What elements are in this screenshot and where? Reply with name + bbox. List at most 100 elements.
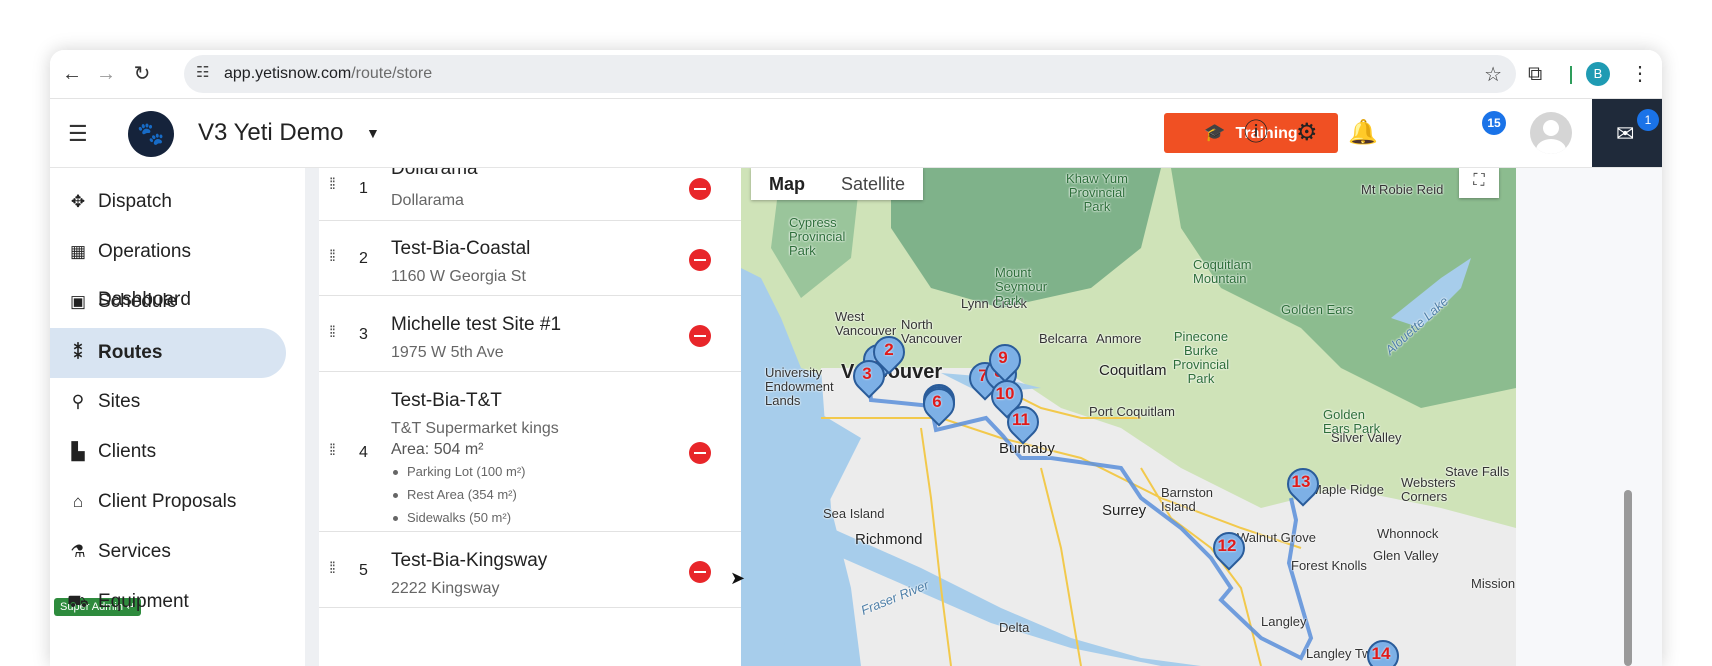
map-label: Khaw Yum Provincial Park (1066, 171, 1128, 214)
sub-area-item: Sidewalks (50 m²) (392, 510, 512, 525)
drag-handle-icon[interactable]: ⁞⁞ (329, 324, 336, 342)
list-item[interactable]: ⁞⁞ 1 Dollarama Dollarama (319, 168, 741, 221)
map-label: Belcarra (1039, 331, 1088, 346)
browser-toolbar: ← → ↻ ☷ app.yetisnow.com/route/store ☆ ⧉… (50, 50, 1662, 99)
app-header: ☰ 🐾 V3 Yeti Demo ▼ 🎓 Training ⓘ ⚙ 🔔 15 ✉ … (50, 99, 1662, 168)
stop-name: Dollarama (391, 168, 478, 179)
proposal-icon: ⌂ (72, 492, 84, 511)
sidebar-item-equipment[interactable]: ⛟ Equipment (50, 578, 286, 626)
pin-number: 6 (932, 392, 942, 411)
fullscreen-icon[interactable]: ⛶ (1459, 168, 1499, 198)
map-label: Langley (1261, 614, 1307, 629)
reload-icon[interactable]: ↻ (130, 62, 154, 86)
sidebar-item-label: Services (98, 541, 171, 562)
pin-number: 3 (862, 364, 872, 383)
remove-stop-button[interactable] (689, 325, 711, 347)
sidebar-item-client-proposals[interactable]: ⌂ Client Proposals (50, 478, 286, 526)
sidebar-item-label: Equipment (98, 591, 189, 612)
drag-handle-icon[interactable]: ⁞⁞ (329, 560, 336, 578)
map-label: Richmond (855, 531, 923, 548)
drag-handle-icon[interactable]: ⁞⁞ (329, 248, 336, 266)
stop-name: Test-Bia-Kingsway (391, 550, 548, 571)
sidebar-item-clients[interactable]: ▙ Clients (50, 428, 286, 476)
map-label: North Vancouver (901, 317, 963, 346)
map-label: Coquitlam Mountain (1193, 257, 1252, 286)
tab-satellite[interactable]: Satellite (823, 168, 923, 200)
route-map[interactable]: MapSatellite ⛶ Vancouver Burnaby Coquitl… (741, 168, 1516, 666)
menu-toggle-icon[interactable]: ☰ (68, 121, 88, 147)
calendar-icon: ▣ (69, 292, 87, 311)
stop-number: 5 (359, 562, 368, 579)
scrollbar-thumb[interactable] (1624, 490, 1632, 666)
map-label: Anmore (1096, 331, 1142, 346)
list-item[interactable]: ⁞⁞ 2 Test-Bia-Coastal 1160 W Georgia St (319, 220, 741, 296)
clients-icon: ▙ (71, 442, 85, 461)
remove-stop-button[interactable] (689, 178, 711, 200)
map-label: Port Coquitlam (1089, 404, 1175, 419)
tab-map[interactable]: Map (751, 168, 823, 200)
sidebar-item-sites[interactable]: ⚲ Sites (50, 378, 286, 426)
sidebar-item-routes[interactable]: ⁑ Routes (50, 328, 286, 378)
map-label: Cypress Provincial Park (789, 215, 846, 258)
url-text: app.yetisnow.com/route/store (224, 65, 433, 82)
remove-stop-button[interactable] (689, 249, 711, 271)
map-type-tabs: Map Satellite (751, 168, 924, 200)
divider (1570, 66, 1572, 84)
drag-handle-icon[interactable]: ⁞⁞ (329, 442, 336, 460)
map-label: Coquitlam (1099, 362, 1167, 379)
site-settings-icon[interactable]: ☷ (196, 63, 216, 83)
list-item[interactable]: ⁞⁞ 3 Michelle test Site #1 1975 W 5th Av… (319, 296, 741, 372)
bell-icon[interactable]: 🔔 (1348, 119, 1378, 147)
stop-number: 3 (359, 326, 368, 343)
sidebar-item-dispatch[interactable]: ✥ Dispatch (50, 178, 286, 226)
pin-number: 13 (1291, 472, 1311, 491)
map-label: Golden Ears (1281, 302, 1354, 317)
route-stop-list: ⁞⁞ 1 Dollarama Dollarama ⁞⁞ 2 Test-Bia-C… (319, 168, 741, 666)
pin-number: 10 (995, 384, 1015, 403)
stop-number: 4 (359, 444, 368, 461)
map-label: Mt Robie Reid (1361, 182, 1444, 197)
chevron-down-icon[interactable]: ▼ (366, 125, 380, 141)
map-label: Pinecone Burke Provincial Park (1172, 329, 1230, 386)
address-bar[interactable]: ☷ app.yetisnow.com/route/store ☆ (184, 55, 1516, 93)
forward-icon[interactable]: → (94, 62, 118, 86)
graduation-cap-icon: 🎓 (1204, 123, 1226, 142)
bookmark-star-icon[interactable]: ☆ (1484, 62, 1502, 87)
sidebar-item-operations-dashboard[interactable]: ▦ Operations Dashboard (50, 228, 286, 310)
map-label: Maple Ridge (1311, 482, 1384, 497)
user-avatar[interactable] (1530, 112, 1572, 154)
browser-window: ← → ↻ ☷ app.yetisnow.com/route/store ☆ ⧉… (50, 50, 1662, 666)
stop-address: T&T Supermarket kings (391, 420, 559, 437)
drag-handle-icon[interactable]: ⁞⁞ (329, 176, 336, 194)
browser-menu-icon[interactable]: ⋮ (1630, 62, 1650, 86)
pin-number: 14 (1371, 644, 1391, 663)
map-label: Burnaby (999, 440, 1055, 457)
chat-icon: ✉ (1616, 121, 1635, 146)
mouse-cursor-icon: ➤ (730, 568, 746, 588)
gear-icon[interactable]: ⚙ (1296, 119, 1318, 147)
company-name[interactable]: V3 Yeti Demo (198, 119, 343, 147)
list-item[interactable]: ⁞⁞ 5 Test-Bia-Kingsway 2222 Kingsway (319, 532, 741, 608)
chat-button[interactable]: ✉ 1 (1592, 99, 1662, 167)
sidebar-item-label: Client Proposals (98, 491, 237, 512)
stop-name: Test-Bia-T&T (391, 390, 502, 411)
remove-stop-button[interactable] (689, 561, 711, 583)
back-icon[interactable]: ← (60, 62, 84, 86)
sidebar-item-schedule[interactable]: ▣ Schedule (50, 278, 286, 326)
extensions-icon[interactable]: ⧉ (1528, 62, 1542, 86)
equipment-icon: ⛟ (67, 592, 89, 611)
dispatch-icon: ✥ (70, 192, 86, 211)
remove-stop-button[interactable] (689, 442, 711, 464)
chat-badge: 1 (1637, 109, 1659, 131)
sidebar-item-services[interactable]: ⚗ Services (50, 528, 286, 576)
map-label: Barnston Island (1161, 485, 1214, 514)
stop-address: 2222 Kingsway (391, 580, 500, 597)
list-item[interactable]: ⁞⁞ 4 Test-Bia-T&T T&T Supermarket kings … (319, 372, 741, 532)
help-icon[interactable]: ⓘ (1244, 119, 1268, 147)
browser-profile-avatar[interactable]: B (1586, 62, 1610, 86)
stop-name: Test-Bia-Coastal (391, 238, 531, 259)
map-label: Whonnock (1377, 526, 1439, 541)
sidebar: ✥ Dispatch ▦ Operations Dashboard ▣ Schedul… (50, 168, 305, 666)
page-scroll-area (1516, 168, 1662, 666)
map-label: Mount Seymour Park (995, 265, 1048, 308)
